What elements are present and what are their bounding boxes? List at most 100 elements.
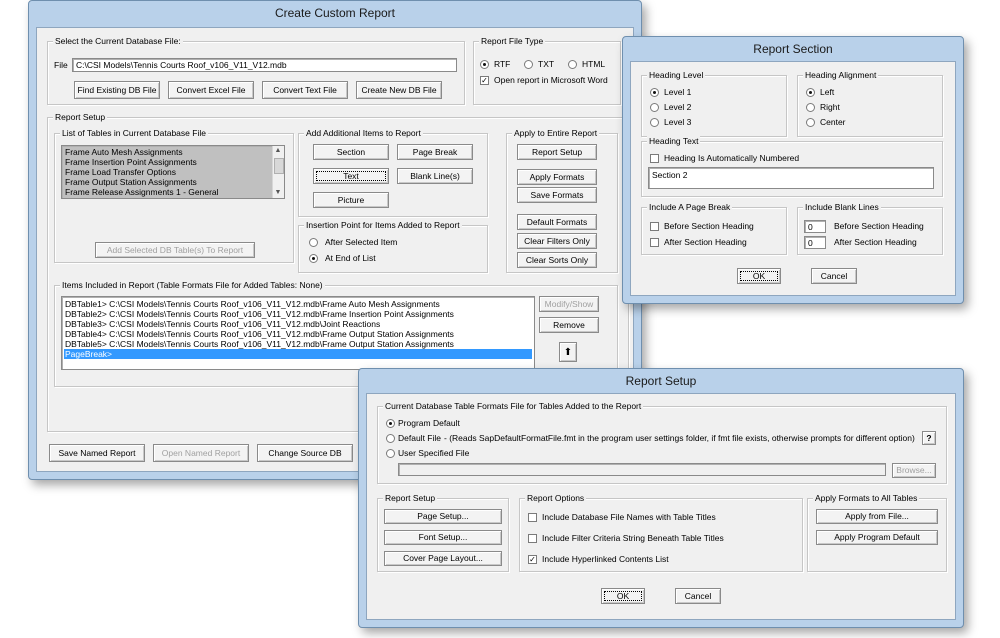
heading-text-input[interactable]: Section 2	[648, 167, 934, 189]
section-button[interactable]: Section	[313, 144, 389, 160]
report-item-row[interactable]: DBTable2> C:\CSI Models\Tennis Courts Ro…	[64, 309, 532, 319]
create-new-db-button[interactable]: Create New DB File	[356, 81, 442, 99]
save-named-report-button[interactable]: Save Named Report	[49, 444, 145, 462]
file-label: File	[54, 60, 68, 70]
cover-page-button[interactable]: Cover Page Layout...	[384, 551, 502, 566]
blank-before-input[interactable]: 0	[804, 220, 826, 233]
apply-formats-button[interactable]: Apply Formats	[517, 169, 597, 185]
align-left-label: Left	[820, 87, 835, 97]
move-up-button[interactable]: ⬆	[559, 342, 577, 362]
align-center-radio[interactable]	[806, 118, 815, 127]
table-list-item[interactable]: Frame Auto Mesh Assignments	[64, 147, 282, 157]
open-in-word-checkbox[interactable]: ✓	[480, 76, 489, 85]
html-radio[interactable]	[568, 60, 577, 69]
auto-number-label: Heading Is Automatically Numbered	[664, 153, 800, 163]
align-left-radio[interactable]	[806, 88, 815, 97]
include-hyperlinked-label: Include Hyperlinked Contents List	[542, 554, 669, 564]
align-right-label: Right	[820, 102, 840, 112]
additional-items-title: Add Additional Items to Report	[304, 127, 423, 139]
browse-button[interactable]: Browse...	[892, 463, 936, 478]
txt-radio[interactable]	[524, 60, 533, 69]
report-item-row[interactable]: DBTable4> C:\CSI Models\Tennis Courts Ro…	[64, 329, 532, 339]
page-setup-button[interactable]: Page Setup...	[384, 509, 502, 524]
ok-button[interactable]: OK	[601, 588, 645, 604]
level-1-radio[interactable]	[650, 88, 659, 97]
picture-button[interactable]: Picture	[313, 192, 389, 208]
align-center-label: Center	[820, 117, 846, 127]
table-list-item[interactable]: Frame Insertion Point Assignments	[64, 157, 282, 167]
font-setup-button[interactable]: Font Setup...	[384, 530, 502, 545]
heading-text-group: Heading Text Heading Is Automatically Nu…	[641, 135, 943, 197]
blank-lines-button[interactable]: Blank Line(s)	[397, 168, 473, 184]
auto-number-checkbox[interactable]	[650, 154, 659, 163]
file-path-field[interactable]: C:\CSI Models\Tennis Courts Roof_v106_V1…	[72, 58, 457, 72]
include-hyperlinked-checkbox[interactable]: ✓	[528, 555, 537, 564]
convert-excel-button[interactable]: Convert Excel File	[168, 81, 254, 99]
report-item-row[interactable]: DBTable3> C:\CSI Models\Tennis Courts Ro…	[64, 319, 532, 329]
window-title: Report Setup	[625, 374, 697, 388]
default-file-radio[interactable]	[386, 434, 395, 443]
additional-items-group: Add Additional Items to Report Section P…	[298, 127, 488, 217]
ok-button[interactable]: OK	[737, 268, 781, 284]
heading-level-group: Heading Level Level 1 Level 2 Level 3	[641, 69, 787, 137]
program-default-radio[interactable]	[386, 419, 395, 428]
tables-scrollbar[interactable]: ▲ ▼	[272, 146, 284, 198]
report-setup-button[interactable]: Report Setup	[517, 144, 597, 160]
tables-listbox[interactable]: Frame Auto Mesh Assignments Frame Insert…	[61, 145, 285, 199]
cancel-button[interactable]: Cancel	[675, 588, 721, 604]
default-formats-button[interactable]: Default Formats	[517, 214, 597, 230]
heading-level-title: Heading Level	[647, 69, 706, 81]
insertion-point-title: Insertion Point for Items Added to Repor…	[304, 219, 462, 231]
table-list-item[interactable]: Frame Output Station Assignments	[64, 177, 282, 187]
rtf-radio[interactable]	[480, 60, 489, 69]
scroll-thumb[interactable]	[274, 158, 284, 174]
apply-program-default-button[interactable]: Apply Program Default	[816, 530, 938, 545]
report-item-row-selected[interactable]: PageBreak>	[64, 349, 532, 359]
items-listbox[interactable]: DBTable1> C:\CSI Models\Tennis Courts Ro…	[61, 296, 535, 370]
find-existing-db-button[interactable]: Find Existing DB File	[74, 81, 160, 99]
include-names-checkbox[interactable]	[528, 513, 537, 522]
change-source-db-button[interactable]: Change Source DB	[257, 444, 353, 462]
clear-sorts-button[interactable]: Clear Sorts Only	[517, 252, 597, 268]
save-formats-button[interactable]: Save Formats	[517, 187, 597, 203]
report-item-row[interactable]: DBTable5> C:\CSI Models\Tennis Courts Ro…	[64, 339, 532, 349]
apply-formats-title: Apply Formats to All Tables	[813, 492, 920, 504]
at-end-radio[interactable]	[309, 254, 318, 263]
user-file-input[interactable]	[398, 463, 886, 476]
clear-filters-button[interactable]: Clear Filters Only	[517, 233, 597, 249]
help-button[interactable]: ?	[922, 431, 936, 445]
apply-from-file-button[interactable]: Apply from File...	[816, 509, 938, 524]
remove-button[interactable]: Remove	[539, 317, 599, 333]
page-break-button[interactable]: Page Break	[397, 144, 473, 160]
modify-show-button[interactable]: Modify/Show	[539, 296, 599, 312]
table-list-item[interactable]: Frame Load Transfer Options	[64, 167, 282, 177]
insertion-point-group: Insertion Point for Items Added to Repor…	[298, 219, 488, 273]
heading-text-title: Heading Text	[647, 135, 701, 147]
after-heading-checkbox[interactable]	[650, 238, 659, 247]
user-specified-radio[interactable]	[386, 449, 395, 458]
scroll-down-icon[interactable]: ▼	[273, 188, 283, 198]
options-group: Report Options Include Database File Nam…	[519, 492, 803, 572]
include-filter-checkbox[interactable]	[528, 534, 537, 543]
add-selected-tables-button[interactable]: Add Selected DB Table(s) To Report	[95, 242, 255, 258]
table-list-item[interactable]: Frame Release Assignments 1 - General	[64, 187, 282, 197]
cancel-button[interactable]: Cancel	[811, 268, 857, 284]
level-3-radio[interactable]	[650, 118, 659, 127]
align-right-radio[interactable]	[806, 103, 815, 112]
blank-before-label: Before Section Heading	[834, 221, 924, 231]
open-named-report-button[interactable]: Open Named Report	[153, 444, 249, 462]
report-item-row[interactable]: DBTable1> C:\CSI Models\Tennis Courts Ro…	[64, 299, 532, 309]
page-break-group: Include A Page Break Before Section Head…	[641, 201, 787, 255]
blank-after-input[interactable]: 0	[804, 236, 826, 249]
level-2-radio[interactable]	[650, 103, 659, 112]
db-file-group-title: Select the Current Database File:	[53, 35, 183, 47]
text-button[interactable]: Text	[313, 168, 389, 184]
program-default-label: Program Default	[398, 418, 460, 428]
default-file-note: - (Reads SapDefaultFormatFile.fmt in the…	[444, 433, 915, 443]
convert-text-button[interactable]: Convert Text File	[262, 81, 348, 99]
scroll-up-icon[interactable]: ▲	[273, 146, 283, 156]
after-selected-radio[interactable]	[309, 238, 318, 247]
window-client: Heading Level Level 1 Level 2 Level 3 He…	[630, 61, 956, 296]
tables-list-title: List of Tables in Current Database File	[60, 127, 208, 139]
before-heading-checkbox[interactable]	[650, 222, 659, 231]
